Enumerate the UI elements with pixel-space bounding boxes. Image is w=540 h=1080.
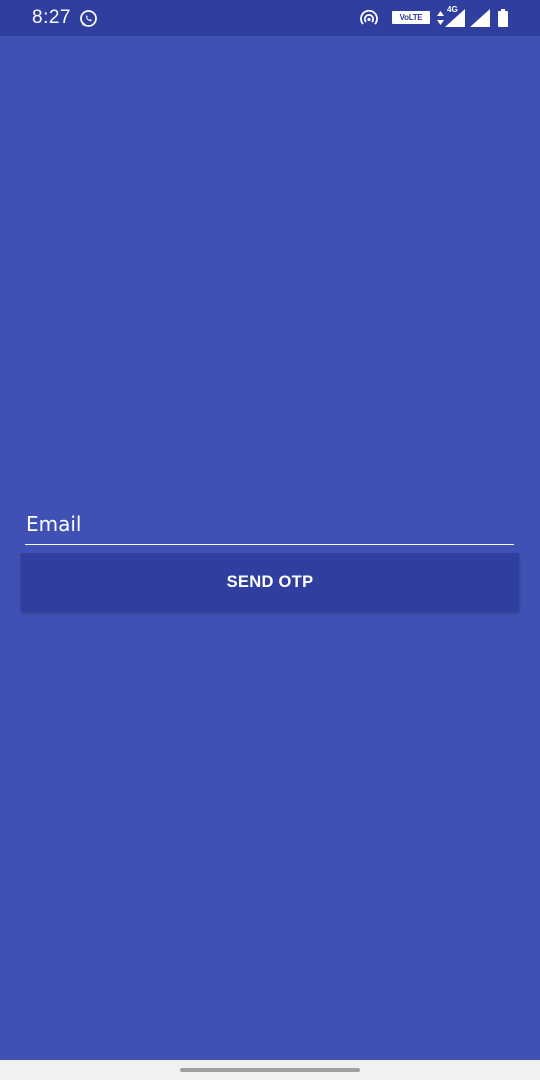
home-gesture-handle[interactable]	[180, 1068, 360, 1072]
whatsapp-icon	[80, 10, 97, 27]
send-otp-button[interactable]: SEND OTP	[21, 553, 519, 611]
volte-icon: VoLTE	[392, 11, 430, 24]
signal-icon	[470, 9, 490, 27]
navigation-bar	[0, 1060, 540, 1080]
battery-icon	[498, 9, 508, 27]
email-field[interactable]	[25, 504, 514, 545]
data-arrows-icon	[437, 11, 444, 25]
signal-icon	[445, 9, 465, 27]
status-time: 8:27	[32, 7, 71, 28]
email-input[interactable]	[26, 508, 506, 540]
hotspot-icon	[360, 10, 378, 25]
status-bar: 8:27 VoLTE 4G	[0, 0, 540, 36]
